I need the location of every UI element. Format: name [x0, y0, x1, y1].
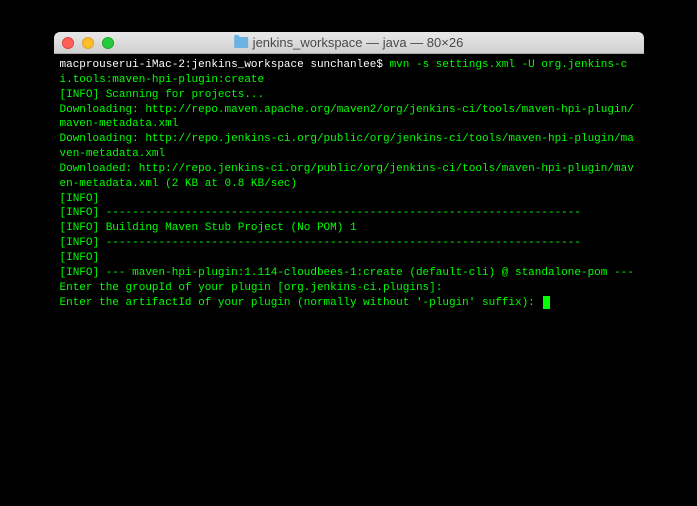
output-line: [INFO] ---------------------------------… [60, 236, 638, 251]
shell-prompt: macprouserui-iMac-2:jenkins_workspace su… [60, 59, 390, 71]
output-line: Downloading: http://repo.maven.apache.or… [60, 103, 638, 133]
output-line: Downloaded: http://repo.jenkins-ci.org/p… [60, 162, 638, 192]
prompt-line: macprouserui-iMac-2:jenkins_workspace su… [60, 58, 638, 88]
output-line: [INFO] [60, 251, 638, 266]
output-line: Enter the groupId of your plugin [org.je… [60, 281, 638, 296]
input-prompt-text: Enter the artifactId of your plugin (nor… [60, 297, 542, 309]
terminal-window: jenkins_workspace — java — 80×26 macprou… [54, 32, 644, 474]
maximize-button[interactable] [102, 37, 114, 49]
folder-icon [234, 37, 248, 48]
title-bar[interactable]: jenkins_workspace — java — 80×26 [54, 32, 644, 54]
input-prompt-line: Enter the artifactId of your plugin (nor… [60, 296, 638, 311]
output-line: [INFO] Scanning for projects... [60, 88, 638, 103]
title-text: jenkins_workspace — java — 80×26 [253, 35, 464, 50]
output-line: [INFO] Building Maven Stub Project (No P… [60, 221, 638, 236]
traffic-lights [62, 37, 114, 49]
terminal-body[interactable]: macprouserui-iMac-2:jenkins_workspace su… [54, 54, 644, 474]
output-line: [INFO] [60, 192, 638, 207]
window-title: jenkins_workspace — java — 80×26 [234, 35, 464, 50]
minimize-button[interactable] [82, 37, 94, 49]
output-line: [INFO] ---------------------------------… [60, 206, 638, 221]
output-line: Downloading: http://repo.jenkins-ci.org/… [60, 132, 638, 162]
output-line: [INFO] --- maven-hpi-plugin:1.114-cloudb… [60, 266, 638, 281]
close-button[interactable] [62, 37, 74, 49]
cursor [543, 296, 550, 309]
